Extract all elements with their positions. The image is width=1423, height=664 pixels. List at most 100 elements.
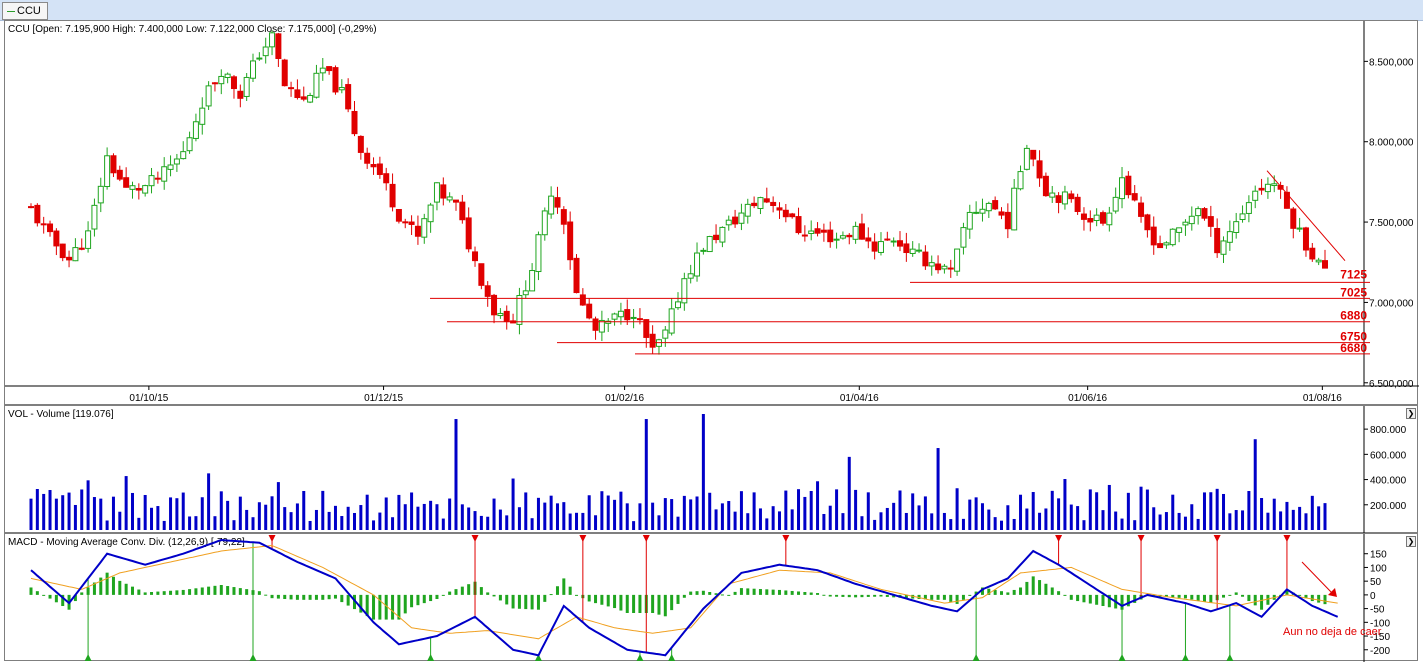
price-candle-body (1068, 193, 1075, 200)
volume-bar (568, 513, 572, 530)
macd-histogram-bar (130, 586, 134, 595)
price-candle-body (1207, 216, 1214, 227)
volume-bar (714, 509, 718, 530)
macd-histogram-bar (308, 594, 312, 600)
macd-histogram-bar (372, 594, 376, 620)
price-candle-body (675, 301, 681, 309)
macd-histogram-bar (435, 594, 439, 599)
macd-histogram-bar (1069, 594, 1073, 600)
volume-bar (1215, 488, 1219, 530)
macd-histogram-bar (327, 594, 331, 600)
macd-histogram-bar (790, 590, 794, 595)
macd-histogram-bar (1050, 587, 1054, 595)
macd-sell-arrow (1283, 535, 1291, 542)
volume-bar (232, 520, 236, 530)
volume-bar (1304, 513, 1308, 530)
macd-histogram-bar (524, 594, 528, 610)
price-candle-body (960, 227, 967, 248)
price-candle-body (1157, 243, 1164, 249)
macd-histogram-bar (758, 589, 762, 595)
volume-bar (854, 489, 858, 530)
volume-bar (1057, 498, 1061, 530)
macd-histogram-bar (295, 594, 299, 600)
volume-bar (276, 482, 280, 530)
macd-histogram-bar (232, 587, 236, 595)
macd-histogram-bar (207, 586, 211, 595)
price-candle-body (1182, 221, 1189, 226)
price-candle-body (998, 211, 1005, 216)
volume-bar (562, 502, 566, 530)
price-candle-body (897, 240, 904, 247)
volume-y-tick-label: 400.000 (1370, 476, 1407, 487)
macd-histogram-bar (143, 592, 147, 595)
macd-buy-arrow (636, 654, 644, 661)
macd-histogram-bar (822, 594, 826, 596)
macd-histogram-bar (517, 594, 521, 609)
macd-histogram-bar (942, 594, 946, 600)
price-candle-body (123, 177, 130, 188)
macd-histogram-bar (467, 584, 471, 595)
price-candle-body (250, 60, 257, 79)
price-candle-body (91, 204, 98, 230)
price-candle-body (376, 163, 383, 175)
price-candle-body (459, 201, 466, 221)
volume-bar (968, 499, 972, 530)
macd-panel: MACD - Moving Average Conv. Div. (12,26,… (4, 533, 1418, 662)
macd-histogram-bar (175, 590, 179, 595)
macd-histogram-bar (1095, 594, 1099, 605)
price-candle-body (1138, 202, 1145, 217)
macd-histogram-bar (1088, 594, 1092, 604)
price-candle-body (1042, 175, 1049, 197)
price-candle-body (414, 225, 421, 237)
volume-bar (587, 495, 591, 530)
tab-ccu[interactable]: CCU (2, 2, 48, 20)
volume-bar (441, 518, 445, 530)
macd-histogram-bar (828, 594, 832, 597)
price-candle-body (541, 210, 548, 236)
macd-histogram-bar (784, 590, 788, 595)
price-candle-body (522, 290, 529, 296)
volume-bar (835, 489, 839, 530)
volume-bar (847, 456, 851, 530)
volume-bar (657, 515, 661, 530)
price-candle-body (630, 316, 637, 319)
support-level-label: 6880 (1340, 309, 1367, 323)
volume-bar (644, 419, 648, 530)
volume-bar (936, 448, 940, 530)
volume-bar (1101, 510, 1105, 530)
volume-bar (955, 488, 959, 530)
macd-histogram-bar (746, 588, 750, 595)
macd-histogram-bar (873, 594, 877, 597)
volume-bar (1202, 492, 1206, 530)
price-candle-body (472, 251, 479, 262)
macd-histogram-bar (689, 591, 693, 595)
macd-histogram-bar (1057, 591, 1061, 595)
macd-histogram-bar (885, 594, 889, 597)
volume-bar (35, 489, 39, 530)
price-candle-body (592, 318, 599, 331)
volume-bar (904, 512, 908, 530)
price-candle-body (192, 121, 199, 139)
volume-bar (1291, 509, 1295, 530)
price-candle-body (129, 185, 136, 190)
price-candle-body (751, 202, 758, 207)
macd-sell-arrow (268, 535, 276, 542)
price-y-tick-label: 8.500,000 (1369, 57, 1414, 68)
volume-bar (238, 496, 242, 530)
price-candle-body (1214, 227, 1221, 254)
macd-histogram-bar (1298, 594, 1302, 596)
macd-y-tick-label: 150 (1370, 550, 1387, 561)
volume-y-tick-label: 600.000 (1370, 450, 1407, 461)
price-y-tick-label: 7.000,000 (1369, 298, 1414, 309)
volume-bar (777, 511, 781, 530)
price-candle-body (567, 221, 574, 261)
volume-bar (961, 518, 965, 530)
macd-y-tick-label: -200 (1370, 646, 1390, 657)
price-candle-body (877, 241, 884, 253)
price-candle-body (1036, 160, 1043, 179)
macd-histogram-bar (727, 594, 731, 596)
price-candle-body (72, 247, 79, 262)
macd-histogram-bar (245, 589, 249, 595)
macd-histogram-bar (441, 594, 445, 596)
volume-bar (1228, 513, 1232, 530)
